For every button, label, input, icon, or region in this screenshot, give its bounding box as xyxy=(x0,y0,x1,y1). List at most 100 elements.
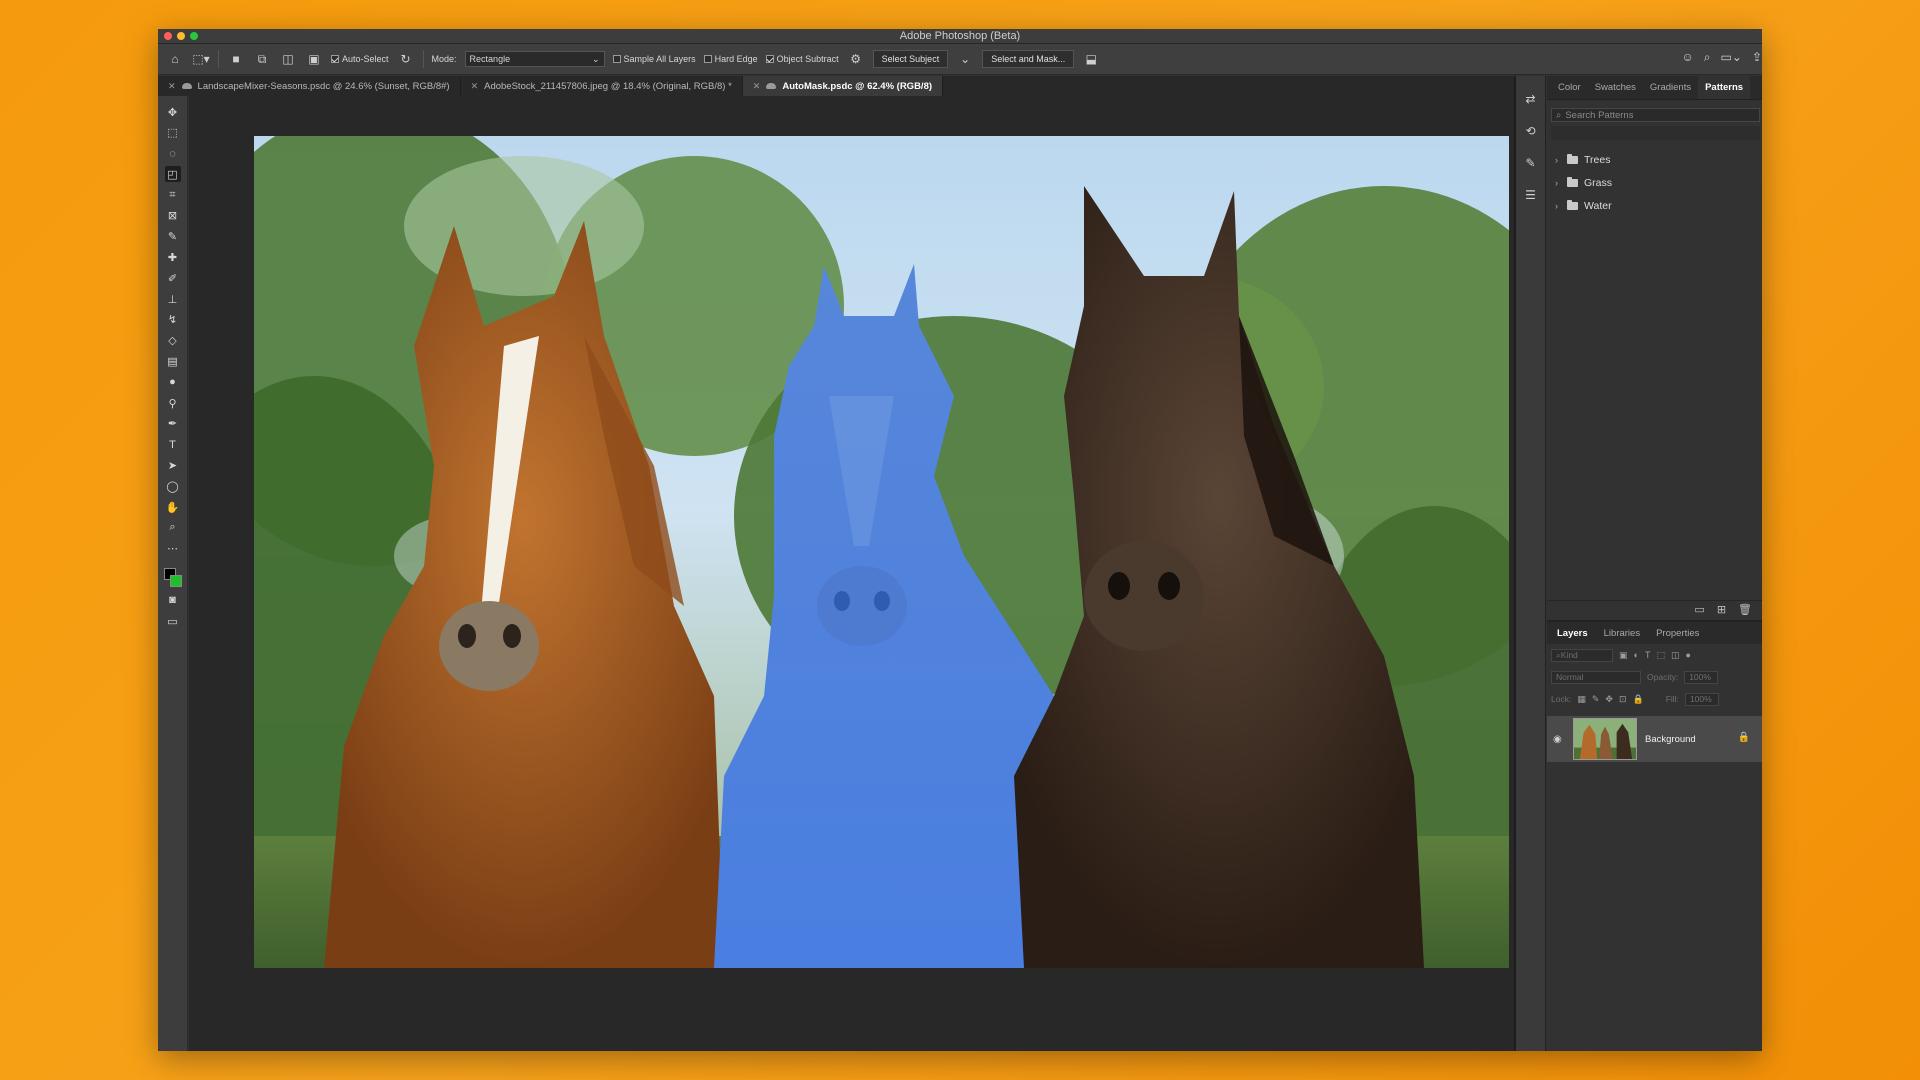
new-pattern-icon[interactable]: ⊞ xyxy=(1717,603,1726,616)
hand-tool-icon[interactable]: ✋ xyxy=(165,499,181,515)
eye-icon[interactable]: ◉ xyxy=(1553,734,1565,745)
subtract-selection-icon[interactable]: ◫ xyxy=(279,50,297,68)
dodge-tool-icon[interactable]: ⚲ xyxy=(165,395,181,411)
filter-toggle-icon[interactable]: ● xyxy=(1685,650,1690,660)
frame-tool-icon[interactable]: ⊠ xyxy=(165,208,181,224)
screen-mode-icon[interactable]: ▭ xyxy=(165,613,181,629)
user-icon[interactable]: ☺ xyxy=(1682,50,1694,65)
history-brush-tool-icon[interactable]: ↯ xyxy=(165,312,181,328)
new-group-icon[interactable]: ▭ xyxy=(1694,603,1704,616)
lasso-tool-icon[interactable]: ◌ xyxy=(165,146,181,162)
add-selection-icon[interactable]: ⧉ xyxy=(253,50,271,68)
new-selection-icon[interactable]: ■ xyxy=(227,50,245,68)
intersect-selection-icon[interactable]: ▣ xyxy=(305,50,323,68)
workspace-icon[interactable]: ▭⌄ xyxy=(1721,50,1742,65)
mode-select[interactable]: Rectangle ⌄ xyxy=(464,51,605,67)
image-filter-icon[interactable]: ▣ xyxy=(1619,650,1628,661)
shape-filter-icon[interactable]: ⬚ xyxy=(1656,650,1665,661)
pen-tool-icon[interactable]: ✒ xyxy=(165,416,181,432)
adjustment-filter-icon[interactable]: ◐ xyxy=(1634,650,1639,660)
search-patterns-input[interactable]: ⌕ Search Patterns xyxy=(1551,108,1760,122)
ellipse-tool-icon[interactable]: ◯ xyxy=(165,478,181,494)
quick-mask-icon[interactable]: ◙ xyxy=(165,592,181,608)
lock-artboard-icon[interactable]: ⊡ xyxy=(1619,694,1627,705)
canvas-area[interactable] xyxy=(189,96,1528,1051)
blur-tool-icon[interactable]: ● xyxy=(165,374,181,390)
chevron-right-icon[interactable]: › xyxy=(1555,178,1561,188)
right-panels: Color Swatches Gradients Patterns ⌕ Sear… xyxy=(1547,76,1762,1051)
layer-kind-filter[interactable]: ⌕ Kind xyxy=(1551,648,1613,662)
gear-icon[interactable]: ⚙ xyxy=(847,50,865,68)
tab-gradients[interactable]: Gradients xyxy=(1643,76,1698,99)
history-icon[interactable]: ⟲ xyxy=(1522,122,1540,140)
home-icon[interactable]: ⌂ xyxy=(166,50,184,68)
close-icon[interactable]: ✕ xyxy=(168,81,176,92)
move-tool-icon[interactable]: ✥ xyxy=(165,104,181,120)
object-subtract-checkbox[interactable]: Object Subtract xyxy=(765,54,839,64)
close-icon[interactable]: ✕ xyxy=(471,81,479,92)
select-subject-button[interactable]: Select Subject xyxy=(872,50,949,68)
document-tab[interactable]: ✕ AdobeStock_211457806.jpeg @ 18.4% (Ori… xyxy=(461,76,743,96)
top-right-controls: ☺ ⌕ ▭⌄ ⇪ xyxy=(1682,50,1762,65)
lock-image-icon[interactable]: ✎ xyxy=(1592,694,1600,705)
zoom-tool-icon[interactable]: ⌕ xyxy=(165,520,181,536)
tab-color[interactable]: Color xyxy=(1551,76,1588,99)
chevron-down-icon[interactable]: ⌄ xyxy=(956,50,974,68)
sample-all-layers-checkbox[interactable]: Sample All Layers xyxy=(612,54,696,64)
opacity-input[interactable]: 100% xyxy=(1684,670,1719,684)
brush-tool-icon[interactable]: ✐ xyxy=(165,270,181,286)
crop-tool-icon[interactable]: ⌗ xyxy=(165,187,181,203)
gradient-tool-icon[interactable]: ▤ xyxy=(165,354,181,370)
brush-settings-icon[interactable]: ✎ xyxy=(1522,154,1540,172)
opacity-value: 100% xyxy=(1689,672,1711,682)
tab-properties[interactable]: Properties xyxy=(1648,624,1707,643)
fill-input[interactable]: 100% xyxy=(1684,692,1719,706)
document-image[interactable] xyxy=(254,136,1509,968)
path-selection-tool-icon[interactable]: ➤ xyxy=(165,458,181,474)
lock-transparent-icon[interactable]: ▦ xyxy=(1577,694,1586,705)
chevron-right-icon[interactable]: › xyxy=(1555,201,1561,211)
background-color-swatch[interactable] xyxy=(169,574,182,587)
chevron-right-icon[interactable]: › xyxy=(1555,155,1561,165)
lock-all-icon[interactable]: 🔒 xyxy=(1632,694,1643,705)
hard-edge-checkbox[interactable]: Hard Edge xyxy=(703,54,758,64)
learn-icon[interactable]: ⇄ xyxy=(1522,90,1540,108)
color-swatches[interactable] xyxy=(163,567,182,588)
smart-object-filter-icon[interactable]: ◫ xyxy=(1671,650,1680,661)
object-selection-tool-icon[interactable]: ◰ xyxy=(164,166,181,183)
share-document-icon[interactable]: ⇪ xyxy=(1752,50,1762,65)
pattern-group-water[interactable]: › Water xyxy=(1547,194,1762,217)
refresh-icon[interactable]: ↻ xyxy=(397,50,415,68)
eyedropper-tool-icon[interactable]: ✎ xyxy=(165,229,181,245)
pattern-group-label: Trees xyxy=(1584,153,1611,166)
trash-icon[interactable]: 🗑 xyxy=(1738,603,1752,616)
eraser-tool-icon[interactable]: ◇ xyxy=(165,333,181,349)
tab-libraries[interactable]: Libraries xyxy=(1596,624,1648,643)
pattern-group-trees[interactable]: › Trees xyxy=(1547,148,1762,171)
auto-select-checkbox[interactable]: Auto-Select xyxy=(331,54,389,64)
share-icon[interactable]: ⬓ xyxy=(1082,50,1100,68)
tab-swatches[interactable]: Swatches xyxy=(1588,76,1643,99)
healing-brush-tool-icon[interactable]: ✚ xyxy=(165,250,181,266)
more-tools-icon[interactable]: ⋯ xyxy=(165,541,181,557)
tools-panel: ✥ ⬚ ◌ ◰ ⌗ ⊠ ✎ ✚ ✐ ⊥ ↯ ◇ ▤ ● ⚲ ✒ T ➤ ◯ ✋ … xyxy=(158,96,188,1051)
clone-stamp-tool-icon[interactable]: ⊥ xyxy=(165,291,181,307)
blend-mode-value: Normal xyxy=(1556,672,1584,682)
tab-patterns[interactable]: Patterns xyxy=(1698,76,1751,99)
lock-position-icon[interactable]: ✥ xyxy=(1605,694,1613,705)
kind-label: Kind xyxy=(1560,650,1578,660)
document-tab[interactable]: ✕ LandscapeMixer-Seasons.psdc @ 24.6% (S… xyxy=(158,76,461,96)
marquee-tool-icon[interactable]: ⬚ xyxy=(165,125,181,141)
tool-preset-icon[interactable]: ⬚▾ xyxy=(192,50,210,68)
tab-layers[interactable]: Layers xyxy=(1549,624,1596,643)
blend-mode-select[interactable]: Normal xyxy=(1551,670,1641,684)
close-icon[interactable]: ✕ xyxy=(753,81,761,92)
type-tool-icon[interactable]: T xyxy=(165,437,181,453)
select-and-mask-button[interactable]: Select and Mask... xyxy=(982,50,1075,68)
document-tab-active[interactable]: ✕ AutoMask.psdc @ 62.4% (RGB/8) xyxy=(742,76,944,96)
adjustments-icon[interactable]: ☰ xyxy=(1522,186,1540,204)
layer-row[interactable]: ◉ Background 🔒 xyxy=(1547,716,1762,762)
search-icon[interactable]: ⌕ xyxy=(1704,50,1711,65)
pattern-group-grass[interactable]: › Grass xyxy=(1547,171,1762,194)
type-filter-icon[interactable]: T xyxy=(1645,650,1651,660)
